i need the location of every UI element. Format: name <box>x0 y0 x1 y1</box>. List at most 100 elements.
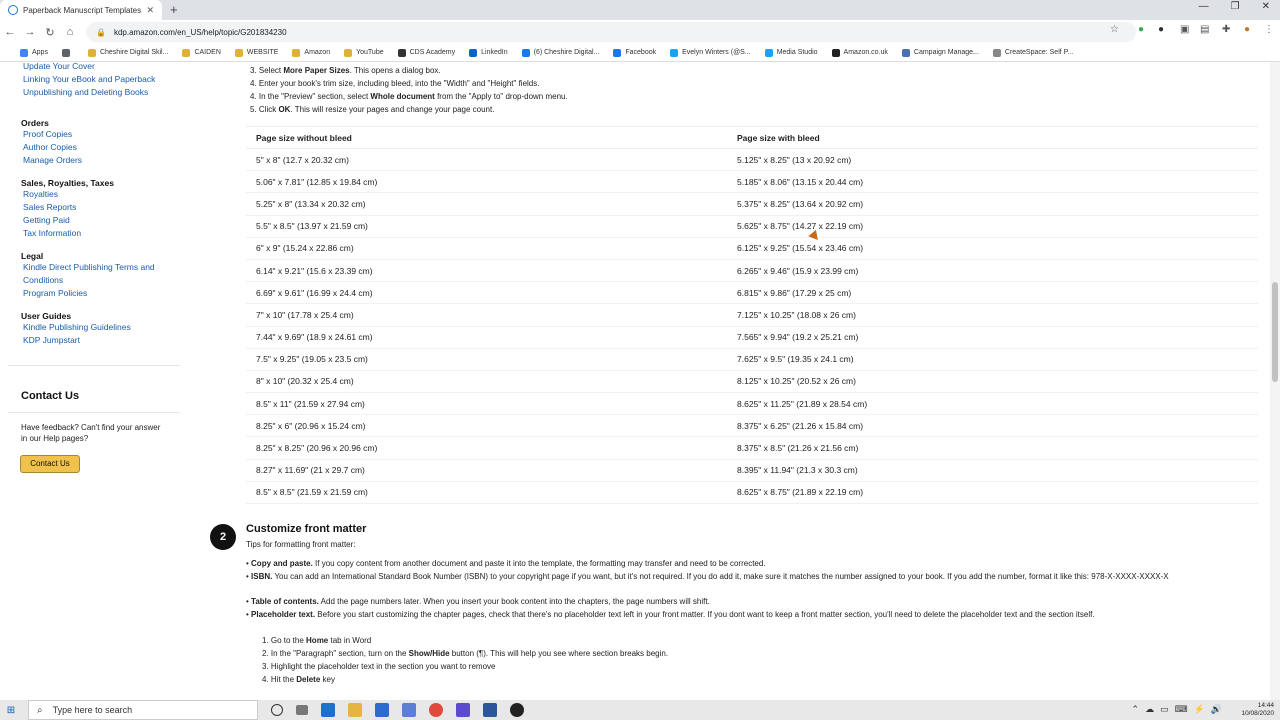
teams-icon[interactable] <box>456 703 470 717</box>
sidebar-link[interactable]: Kindle Direct Publishing Terms and <box>23 261 155 274</box>
file-explorer-icon[interactable] <box>348 703 362 717</box>
bookmark-item[interactable]: Campaign Manage... <box>901 48 979 57</box>
calculator-icon[interactable] <box>402 703 416 717</box>
step-text: 3. Select <box>250 66 284 75</box>
close-tab-icon[interactable]: ✕ <box>146 5 154 16</box>
step-text: . This opens a dialog box. <box>349 66 441 75</box>
bookmark-item[interactable]: CDS Academy <box>397 48 455 57</box>
store-icon[interactable] <box>375 703 389 717</box>
bookmark-icon <box>469 48 478 57</box>
sidebar-link[interactable]: Tax Information <box>23 227 114 240</box>
bookmark-item[interactable]: WEBSITE <box>234 48 278 57</box>
table-cell: 7" x 10" (17.78 x 25.4 cm) <box>256 309 354 320</box>
sub-step: 2. In the "Paragraph" section, turn on t… <box>262 647 668 660</box>
bookmark-label: Campaign Manage... <box>913 49 979 56</box>
address-bar[interactable]: 🔒 kdp.amazon.com/en_US/help/topic/G20183… <box>86 22 1136 42</box>
minimize-icon[interactable]: — <box>1199 1 1209 12</box>
bookmark-icon <box>901 48 910 57</box>
tab-favicon-icon <box>8 5 18 15</box>
new-tab-icon[interactable]: + <box>170 2 178 17</box>
page-scrollbar[interactable] <box>1270 62 1280 700</box>
bookmark-item[interactable]: Amazon <box>292 48 330 57</box>
table-row: 8.27" x 11.69" (21 x 29.7 cm) 8.395" x 11… <box>246 460 1258 482</box>
obs-icon[interactable] <box>510 703 524 717</box>
close-window-icon[interactable]: ✕ <box>1262 1 1270 12</box>
taskbar-search[interactable]: ⌕ Type here to search <box>28 700 258 720</box>
bookmark-icon <box>87 48 96 57</box>
bookmark-item[interactable] <box>61 48 74 57</box>
system-tray-icons[interactable]: ⌃☁▭⌨⚡🔊 <box>1132 704 1228 715</box>
reload-icon[interactable]: ↻ <box>40 26 60 39</box>
bullet-text: Before you start customizing the chapter… <box>315 610 1095 619</box>
bookmark-item[interactable]: CreateSpace: Self P... <box>992 48 1073 57</box>
bookmark-icon <box>992 48 1001 57</box>
bookmark-icon <box>20 48 28 57</box>
sidebar-link[interactable]: Sales Reports <box>23 201 114 214</box>
bookmark-item[interactable]: (6) Cheshire Digital... <box>521 48 599 57</box>
bookmark-item[interactable]: Facebook <box>613 48 656 57</box>
menu-icon[interactable]: ⋮ <box>1264 24 1274 35</box>
task-view-icon[interactable] <box>296 705 308 715</box>
sidebar-link[interactable]: Update Your Cover <box>23 62 155 73</box>
bullet-bold-text: Table of contents. <box>251 597 319 606</box>
step-bold-text: Whole document <box>370 92 435 101</box>
sidebar-link[interactable]: Linking Your eBook and Paperback <box>23 73 155 86</box>
sidebar-link[interactable]: Getting Paid <box>23 214 114 227</box>
bullet-item: • Placeholder text. Before you start cus… <box>246 610 1095 619</box>
bookmark-icon <box>831 48 840 57</box>
page-content: Update Your Cover Linking Your eBook and… <box>0 62 1280 700</box>
bookmark-item[interactable]: Cheshire Digital Skil... <box>87 48 168 57</box>
bullet-text: You can add an International Standard Bo… <box>272 572 1169 581</box>
sidebar-section-title: User Guides <box>21 311 72 321</box>
bookmark-item[interactable]: Amazon.co.uk <box>831 48 888 57</box>
browser-tab[interactable]: Paperback Manuscript Templates ✕ <box>0 0 162 20</box>
extension-icon[interactable]: ▤ <box>1200 24 1209 35</box>
puzzle-icon[interactable]: ✚ <box>1222 24 1230 35</box>
sidebar-link[interactable]: Royalties <box>23 188 114 201</box>
bookmark-item[interactable]: YouTube <box>344 48 384 57</box>
forward-icon[interactable]: → <box>20 26 40 38</box>
bookmark-item[interactable]: Apps <box>20 48 48 57</box>
table-cell: 7.44" x 9.69" (18.9 x 24.61 cm) <box>256 332 373 343</box>
bookmark-item[interactable]: CAIDEN <box>182 48 221 57</box>
sidebar-link[interactable]: Author Copies <box>23 141 82 154</box>
sidebar-link[interactable]: KDP Jumpstart <box>23 334 131 347</box>
sidebar-link[interactable]: Manage Orders <box>23 154 82 167</box>
sidebar-link[interactable]: Unpublishing and Deleting Books <box>23 86 155 99</box>
table-cell: 7.625" x 9.5" (19.35 x 24.1 cm) <box>737 354 854 365</box>
table-row: 6.14" x 9.21" (15.6 x 23.39 cm) 6.265" x … <box>246 260 1258 283</box>
sidebar-link[interactable]: Kindle Publishing Guidelines <box>23 321 131 334</box>
sidebar-section-title: Orders <box>21 118 49 128</box>
bookmark-item[interactable]: Media Studio <box>764 48 818 57</box>
sidebar-link[interactable]: Proof Copies <box>23 128 82 141</box>
windows-start-icon[interactable]: ⊞ <box>2 705 20 716</box>
sidebar-link[interactable]: Conditions <box>23 274 155 287</box>
table-cell: 7.125" x 10.25" (18.08 x 26 cm) <box>737 309 856 320</box>
step-text: tab in Word <box>328 636 372 645</box>
bookmark-item[interactable]: Evelyn Winters (@S... <box>670 48 751 57</box>
instruction-step: 5. Click OK. This will resize your pages… <box>250 103 568 116</box>
extension-icon[interactable]: ▣ <box>1180 24 1189 35</box>
back-icon[interactable]: ← <box>0 26 20 38</box>
bookmark-item[interactable]: LinkedIn <box>469 48 508 57</box>
clock[interactable]: 14:44 10/08/2020 <box>1241 702 1274 718</box>
avatar[interactable]: ● <box>1244 24 1250 35</box>
chrome-icon[interactable] <box>429 703 443 717</box>
bookmark-label: YouTube <box>356 49 384 56</box>
word-icon[interactable] <box>483 703 497 717</box>
cortana-icon[interactable] <box>271 704 283 716</box>
extension-icon[interactable]: ● <box>1138 24 1144 35</box>
bullet-bold-text: ISBN. <box>251 572 273 581</box>
star-icon[interactable]: ☆ <box>1110 24 1119 35</box>
scrollbar-thumb[interactable] <box>1272 282 1278 382</box>
bookmark-icon <box>182 48 191 57</box>
maximize-icon[interactable]: ❐ <box>1231 1 1240 12</box>
step-text: 4. Hit the <box>262 675 297 684</box>
edge-icon[interactable] <box>321 703 335 717</box>
contact-us-button[interactable]: Contact Us <box>20 455 80 473</box>
extension-icon[interactable]: ● <box>1158 24 1164 35</box>
sidebar-link[interactable]: Program Policies <box>23 287 155 300</box>
home-icon[interactable]: ⌂ <box>60 26 80 38</box>
table-cell: 5.375" x 8.25" (13.64 x 20.92 cm) <box>737 198 864 209</box>
table-row: 5.5" x 8.5" (13.97 x 21.59 cm) 5.625" x 8… <box>246 216 1258 238</box>
